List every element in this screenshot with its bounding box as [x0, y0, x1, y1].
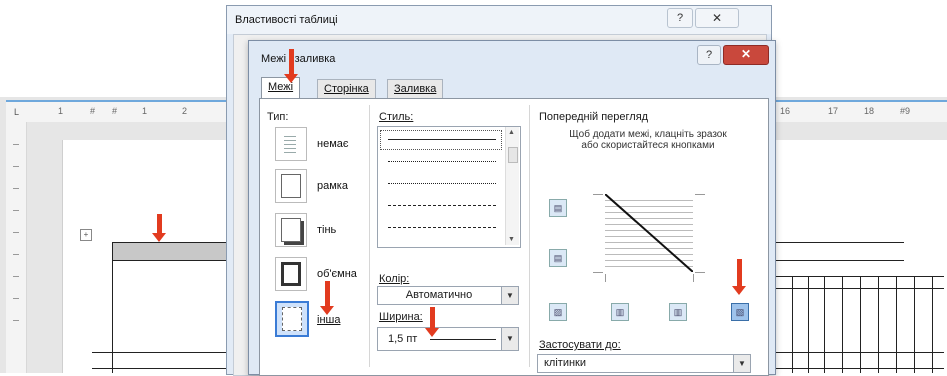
style-scrollbar[interactable]: ▲ ▼ — [505, 127, 519, 245]
preview-corner-mark — [695, 272, 705, 273]
scroll-down-icon[interactable]: ▼ — [508, 236, 515, 243]
table-border — [112, 242, 113, 373]
diagonal-border-preview — [605, 194, 693, 272]
dropdown-arrow-icon[interactable]: ▼ — [501, 328, 518, 350]
style-option-small-dash[interactable] — [388, 183, 496, 184]
color-dropdown[interactable]: Автоматично ▼ — [377, 286, 519, 305]
width-value: 1,5 пт — [388, 333, 418, 345]
setting-none-label[interactable]: немає — [317, 138, 349, 150]
close-icon[interactable]: ✕ — [723, 45, 769, 65]
vertical-ruler[interactable] — [6, 122, 27, 373]
preview-label: Попередній перегляд — [539, 111, 649, 123]
table-move-icon[interactable]: + — [80, 229, 92, 241]
table-border — [774, 276, 944, 277]
ruler-number: 16 — [780, 106, 791, 116]
ruler-number: 18 — [864, 106, 875, 116]
table-border — [860, 276, 861, 373]
table-border — [878, 276, 879, 373]
preview-corner-mark — [695, 194, 705, 195]
scroll-thumb[interactable] — [508, 147, 518, 163]
ruler-number: # — [112, 106, 118, 116]
style-label: Стиль: — [379, 111, 414, 123]
preview-corner-mark — [593, 272, 603, 273]
ruler-number: # — [90, 106, 96, 116]
title-bar: Властивості таблиці ? ✕ — [227, 6, 771, 34]
setting-3d-label[interactable]: об'ємна — [317, 268, 357, 280]
pointer-arrow — [284, 49, 298, 83]
setting-box-label[interactable]: рамка — [317, 180, 348, 192]
table-border — [774, 242, 904, 243]
top-border-icon[interactable]: ▤ — [549, 199, 567, 217]
table-border — [914, 276, 915, 373]
setting-custom-icon[interactable] — [275, 301, 309, 337]
tab-shading[interactable]: Заливка — [387, 79, 444, 99]
divider — [369, 105, 370, 367]
preview-corner-mark — [593, 194, 603, 195]
table-border — [824, 276, 825, 373]
setting-custom-label[interactable]: інша — [317, 314, 340, 326]
table-border — [774, 352, 944, 353]
left-border-icon[interactable]: ▥ — [611, 303, 629, 321]
table-border — [792, 276, 793, 373]
setting-none-icon[interactable] — [275, 127, 307, 161]
dropdown-arrow-icon[interactable]: ▼ — [501, 287, 518, 304]
ruler-number: #9 — [900, 106, 911, 116]
setting-label: Тип: — [267, 111, 289, 123]
preview-hint: Щоб додати межі, клацніть зразок або ско… — [569, 129, 727, 151]
table-border — [808, 276, 809, 373]
preview-corner-mark — [693, 274, 694, 282]
pointer-arrow — [732, 259, 746, 295]
dialog-title: Межі і заливка — [261, 53, 336, 65]
scroll-up-icon[interactable]: ▲ — [508, 129, 515, 136]
style-option-dashed[interactable] — [388, 205, 496, 206]
preview-sample[interactable] — [605, 194, 693, 272]
style-option-solid[interactable] — [388, 139, 496, 140]
dropdown-arrow-icon[interactable]: ▼ — [733, 355, 750, 372]
tab-page-border[interactable]: Сторінка — [317, 79, 376, 99]
pointer-arrow — [425, 307, 439, 337]
tab-selector-icon[interactable]: L — [14, 106, 24, 117]
close-icon[interactable]: ✕ — [695, 8, 739, 28]
pointer-arrow — [152, 214, 166, 242]
table-border — [92, 352, 247, 353]
style-option-long-dash[interactable] — [388, 227, 496, 228]
apply-to-label: Застосувати до: — [539, 339, 621, 351]
preview-corner-mark — [605, 274, 606, 282]
setting-shadow-icon[interactable] — [275, 213, 307, 247]
style-option-dotted[interactable] — [388, 161, 496, 162]
setting-shadow-label[interactable]: тінь — [317, 224, 336, 236]
width-dropdown[interactable]: 1,5 пт ▼ — [377, 327, 519, 351]
width-label: Ширина: — [379, 311, 423, 323]
table-border — [774, 288, 944, 289]
help-icon[interactable]: ? — [697, 45, 721, 65]
style-list[interactable] — [377, 126, 521, 248]
diagonal-up-border-icon[interactable]: ▨ — [549, 303, 567, 321]
setting-box-icon[interactable] — [275, 169, 307, 203]
color-value: Автоматично — [405, 289, 473, 301]
borders-shading-dialog: Межі і заливка ? ✕ Межі Сторінка Заливка… — [248, 40, 776, 376]
help-icon[interactable]: ? — [667, 8, 693, 28]
apply-to-value: клітинки — [544, 357, 587, 369]
table-border — [896, 276, 897, 373]
selected-table-cell[interactable] — [112, 243, 234, 260]
apply-to-dropdown[interactable]: клітинки ▼ — [537, 354, 751, 373]
divider — [529, 105, 530, 367]
table-border — [774, 368, 944, 369]
ruler-number: 1 — [142, 106, 148, 116]
inside-horizontal-border-icon[interactable]: ▤ — [549, 249, 567, 267]
table-border — [932, 276, 933, 373]
diagonal-border-icon[interactable]: ▧ — [731, 303, 749, 321]
color-label: Колір: — [379, 273, 410, 285]
pointer-arrow — [320, 281, 334, 315]
ruler-number: 17 — [828, 106, 839, 116]
ruler-number: 1 — [58, 106, 64, 116]
table-border — [842, 276, 843, 373]
table-border — [92, 368, 247, 369]
ruler-number: 2 — [182, 106, 188, 116]
inside-vertical-border-icon[interactable]: ▥ — [669, 303, 687, 321]
dialog-title: Властивості таблиці — [235, 14, 338, 26]
table-border — [774, 260, 904, 261]
setting-3d-icon[interactable] — [275, 257, 307, 291]
